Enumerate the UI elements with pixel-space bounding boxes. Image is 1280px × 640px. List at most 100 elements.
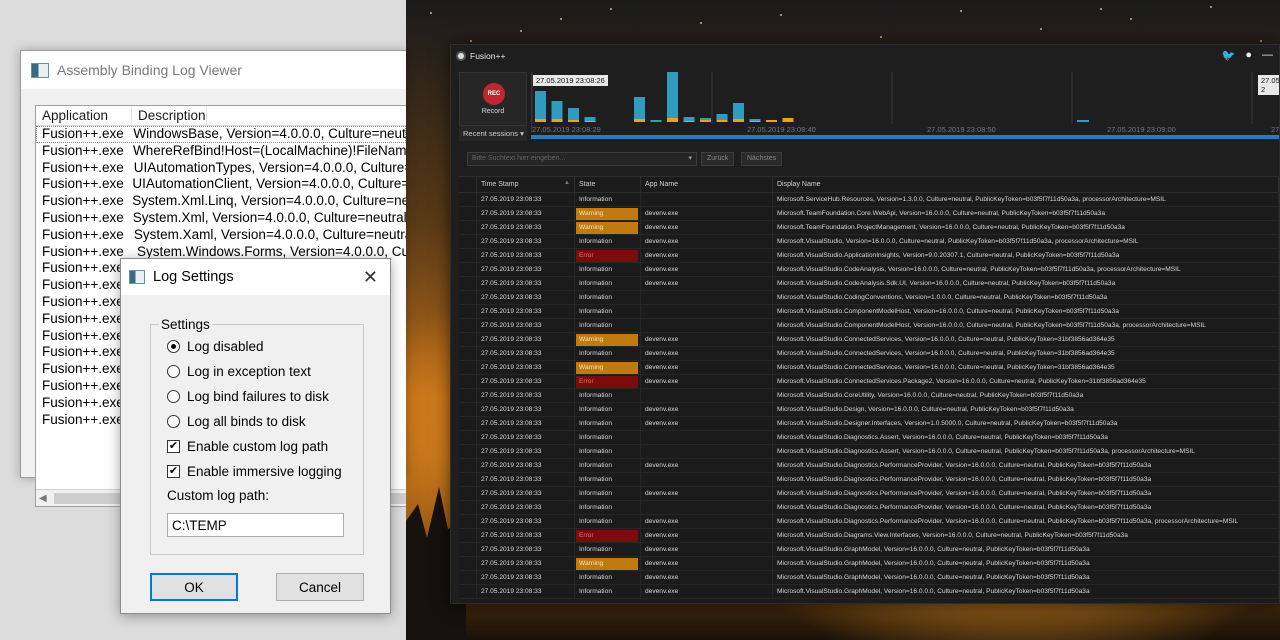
cell-display-name: Microsoft.VisualStudio.ConnectedServices… [773,333,1279,346]
table-row[interactable]: 27.05.2019 23:08:33 Information devenv.exe… [459,585,1279,599]
table-row[interactable]: 27.05.2019 23:08:33 Error devenv.exe Micros… [459,529,1279,543]
table-row[interactable]: 27.05.2019 23:08:33 Error devenv.exe Micros… [459,375,1279,389]
table-row[interactable]: 27.05.2019 23:08:33 Information Microsoft.… [459,473,1279,487]
option-label: Log all binds to disk [187,414,306,429]
state-badge: Warning [576,334,638,346]
table-row[interactable]: 27.05.2019 23:08:33 Warning devenv.exe Micr… [459,221,1279,235]
table-row[interactable]: 27.05.2019 23:08:33 Information Microsoft.… [459,193,1279,207]
table-row[interactable]: 27.05.2019 23:08:33 Information Microsoft.… [459,431,1279,445]
table-row[interactable]: 27.05.2019 23:08:33 Information devenv.exe… [459,403,1279,417]
column-header-app-name[interactable]: App Name [641,177,773,192]
table-row[interactable]: 27.05.2019 23:08:33 Information Microsoft.… [459,389,1279,403]
radio-button-icon[interactable] [167,390,180,403]
checkbox-option[interactable]: ✔ Enable immersive logging [167,464,342,479]
table-row[interactable]: 27.05.2019 23:08:33 Information devenv.exe… [459,263,1279,277]
chevron-down-icon[interactable]: ▾ [688,154,692,162]
search-input[interactable]: Bitte Suchtext hier eingeben... ▾ [467,152,697,166]
table-header: Time Stamp ▲ State App Name Display Name [459,177,1279,193]
cell-state: Information [575,459,641,472]
cell-display-name: Microsoft.VisualStudio.Diagnostics.Perfo… [773,487,1279,500]
radio-option[interactable]: Log bind failures to disk [167,389,329,404]
record-button[interactable]: REC Record [459,72,527,126]
row-gutter [459,305,477,318]
table-row[interactable]: 27.05.2019 23:08:33 Information devenv.exe… [459,459,1279,473]
table-row[interactable]: 27.05.2019 23:08:33 Information Microsoft.… [459,305,1279,319]
table-row[interactable]: 27.05.2019 23:08:33 Warning devenv.exe Micr… [459,333,1279,347]
table-row[interactable]: 27.05.2019 23:08:33 Information devenv.exe… [459,487,1279,501]
radio-button-icon[interactable] [167,415,180,428]
github-icon[interactable]: ● [1245,49,1252,62]
table-row[interactable]: 27.05.2019 23:08:33 Information devenv.exe… [459,417,1279,431]
cell-state: Error [575,529,641,542]
column-header-display-name[interactable]: Display Name [773,177,1279,192]
scroll-left-icon[interactable]: ◀ [39,493,47,504]
back-button[interactable]: Zurück [701,152,735,166]
radio-button-icon[interactable] [167,365,180,378]
state-badge: Information [579,294,612,301]
timeline-bar-info [1077,120,1089,122]
close-icon[interactable]: ✕ [363,267,378,288]
table-row[interactable]: 27.05.2019 23:08:33 Information Microsoft.… [459,291,1279,305]
timeline-chart[interactable] [531,72,1279,132]
radio-option[interactable]: Log in exception text [167,364,311,379]
table-row[interactable]: 27.05.2019 23:08:33 Information Microsoft.… [459,319,1279,333]
table-row[interactable]: 27.05.2019 23:08:33 Warning devenv.exe Micr… [459,207,1279,221]
list-item[interactable]: Fusion++.exe System.Xml.Linq, Version=4.0… [36,193,406,210]
window-titlebar[interactable]: Assembly Binding Log Viewer [21,51,406,89]
twitter-icon[interactable]: 🐦 [1222,49,1236,62]
list-item[interactable]: Fusion++.exe UIAutomationClient, Version=… [36,176,406,193]
table-row[interactable]: 27.05.2019 23:08:33 Information devenv.exe… [459,515,1279,529]
settings-group-label: Settings [161,317,210,332]
list-item[interactable]: Fusion++.exe System.Xaml, Version=4.0.0.0… [36,227,406,244]
radio-option[interactable]: Log all binds to disk [167,414,306,429]
table-row[interactable]: 27.05.2019 23:08:33 Information devenv.exe… [459,347,1279,361]
cell-state: Information [575,487,641,500]
table-row[interactable]: 27.05.2019 23:08:33 Error devenv.exe Micros… [459,249,1279,263]
wallpaper-star [560,18,562,20]
table-row[interactable]: 27.05.2019 23:08:33 Information Microsoft.… [459,445,1279,459]
list-item-application: Fusion++.exe [42,277,124,293]
cell-state: Information [575,417,641,430]
list-item[interactable]: Fusion++.exe System.Xml, Version=4.0.0.0,… [36,210,406,227]
table-row[interactable]: 27.05.2019 23:08:33 Information Microsoft.… [459,501,1279,515]
cancel-button[interactable]: Cancel [276,573,364,601]
table-row[interactable]: 27.05.2019 23:08:33 Information devenv.exe… [459,235,1279,249]
table-row[interactable]: 27.05.2019 23:08:33 Warning devenv.exe Micr… [459,361,1279,375]
fusion-titlebar[interactable]: Fusion++ [451,45,1279,67]
radio-button-icon[interactable] [167,340,180,353]
custom-log-path-input[interactable] [167,513,344,537]
column-header-application[interactable]: Application [36,106,132,125]
row-gutter [459,557,477,570]
cell-app-name [641,193,773,206]
radio-option[interactable]: Log disabled [167,339,264,354]
table-row[interactable]: 27.05.2019 23:08:33 Information devenv.exe… [459,277,1279,291]
column-header-timestamp[interactable]: Time Stamp ▲ [477,177,575,192]
dialog-titlebar[interactable]: Log Settings ✕ [121,259,390,295]
list-item[interactable]: Fusion++.exe WhereRefBind!Host=(LocalMach… [36,143,406,160]
column-header-state[interactable]: State [575,177,641,192]
cell-timestamp: 27.05.2019 23:08:33 [477,515,575,528]
cell-app-name: devenv.exe [641,571,773,584]
cell-timestamp: 27.05.2019 23:08:33 [477,487,575,500]
state-badge: Information [579,406,612,413]
axis-label: 27.0 [1271,125,1280,134]
timeline-bar-info [535,91,546,119]
cell-timestamp: 27.05.2019 23:08:33 [477,571,575,584]
axis-label: 27.05.2019 23:08:29 [532,125,601,134]
table-row[interactable]: 27.05.2019 23:08:33 Information devenv.exe… [459,571,1279,585]
table-row[interactable]: 27.05.2019 23:08:33 Information devenv.exe… [459,543,1279,557]
recent-sessions-dropdown[interactable]: Recent sessions ▾ [459,126,527,141]
timeline-range-bar[interactable] [531,135,1279,139]
checkbox-option[interactable]: ✔ Enable custom log path [167,439,328,454]
list-item[interactable]: Fusion++.exe WindowsBase, Version=4.0.0.0… [36,126,406,143]
timeline-bar-warning [568,120,579,122]
column-header-description[interactable]: Description [132,106,207,125]
checkbox-icon[interactable]: ✔ [167,440,180,453]
table-row[interactable]: 27.05.2019 23:08:33 Warning devenv.exe Micr… [459,557,1279,571]
timeline-bar-warning [551,119,563,122]
checkbox-icon[interactable]: ✔ [167,465,180,478]
next-button[interactable]: Nächstes [741,152,783,166]
list-item[interactable]: Fusion++.exe UIAutomationTypes, Version=4… [36,160,406,177]
minimize-icon[interactable]: — [1262,49,1273,62]
ok-button[interactable]: OK [150,573,238,601]
